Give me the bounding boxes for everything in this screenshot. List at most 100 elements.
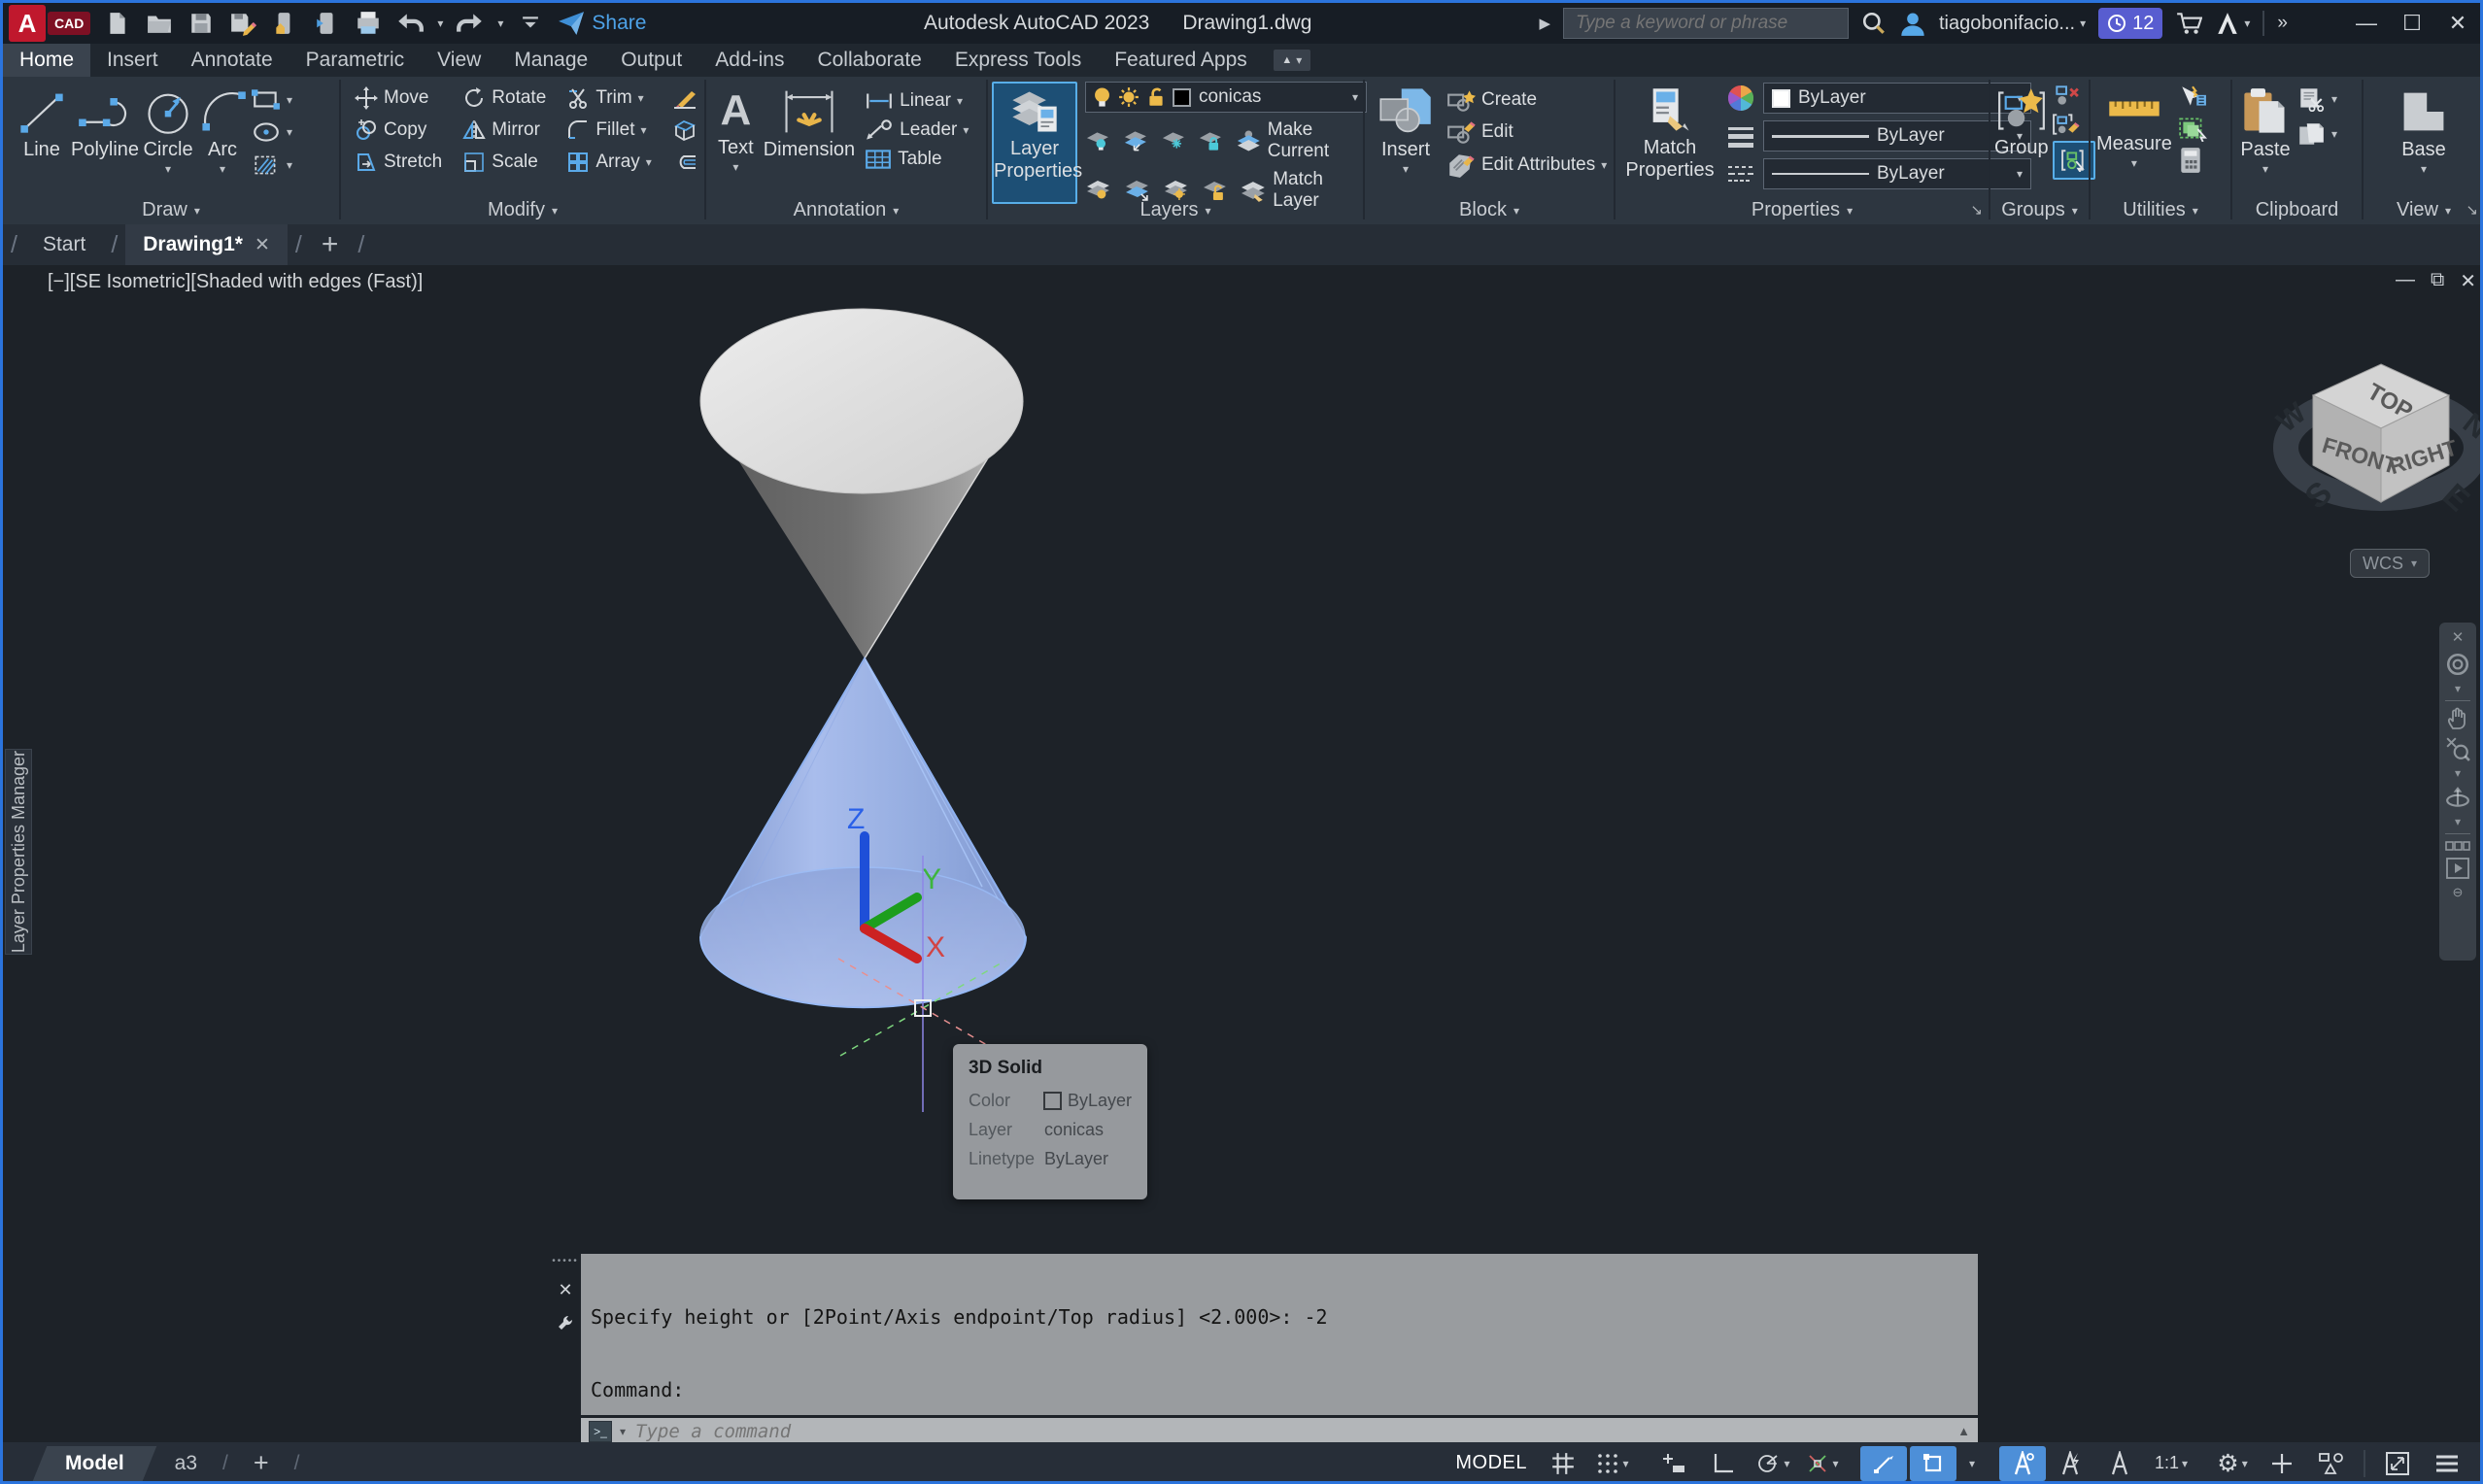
line-button[interactable]: Line	[17, 83, 67, 178]
command-history[interactable]: Specify height or [2Point/Axis endpoint/…	[581, 1254, 1978, 1415]
tab-add-ins[interactable]: Add-ins	[698, 44, 800, 77]
arc-dropdown-icon[interactable]: ▾	[220, 163, 225, 175]
user-avatar-icon[interactable]	[1899, 10, 1926, 37]
explode-button[interactable]	[672, 118, 704, 142]
measure-button[interactable]: Measure ▾	[2096, 83, 2172, 174]
viewcube[interactable]: W N S E TOP FRONT RIGHT	[2271, 364, 2483, 519]
isolate-objects-button[interactable]	[2308, 1446, 2355, 1481]
navbar-orbit-dropdown-icon[interactable]: ▾	[2455, 816, 2461, 827]
redo-icon[interactable]	[456, 7, 485, 40]
tab-home[interactable]: Home	[3, 44, 90, 77]
panel-label-properties[interactable]: Properties▾	[1616, 199, 1989, 221]
circle-dropdown-icon[interactable]: ▾	[165, 163, 171, 175]
viewport-minimize-icon[interactable]: —	[2396, 269, 2415, 293]
tab-annotate[interactable]: Annotate	[175, 44, 289, 77]
undo-icon[interactable]	[395, 7, 425, 40]
command-close-icon[interactable]: ✕	[558, 1280, 572, 1300]
customize-qat-icon[interactable]	[516, 7, 545, 40]
command-prompt-icon[interactable]: >_	[589, 1421, 612, 1442]
panel-label-modify[interactable]: Modify▾	[341, 199, 704, 221]
crosshair-size-button[interactable]	[2259, 1446, 2305, 1481]
mirror-button[interactable]: Mirror	[462, 118, 553, 142]
cart-icon[interactable]	[2175, 11, 2202, 36]
layer-properties-button[interactable]: Layer Properties	[992, 82, 1077, 204]
clean-screen-button[interactable]	[2374, 1446, 2421, 1481]
scale-button[interactable]: Scale	[462, 151, 553, 174]
properties-launcher-icon[interactable]: ↘	[1970, 201, 1983, 219]
save-as-icon[interactable]	[228, 7, 257, 40]
insert-block-button[interactable]: Insert ▾	[1377, 83, 1435, 178]
copy-button[interactable]: Copy	[355, 118, 449, 142]
fillet-button[interactable]: Fillet▾	[566, 118, 659, 142]
zoom-extents-icon[interactable]	[2445, 736, 2470, 761]
tab-output[interactable]: Output	[604, 44, 698, 77]
group-edit-icon[interactable]	[2053, 113, 2080, 136]
tab-featured-apps[interactable]: Featured Apps	[1098, 44, 1264, 77]
panel-label-groups[interactable]: Groups▾	[1990, 199, 2089, 221]
annotation-visibility-toggle[interactable]	[1999, 1446, 2046, 1481]
save-to-web-icon[interactable]	[312, 7, 341, 40]
create-block-button[interactable]: Create	[1446, 88, 1607, 112]
insert-dropdown-icon[interactable]: ▾	[1403, 163, 1409, 175]
wcs-menu[interactable]: WCS ▾	[2350, 549, 2430, 578]
command-expand-icon[interactable]: ▲	[1957, 1424, 1970, 1438]
tab-manage[interactable]: Manage	[497, 44, 604, 77]
customization-gear-button[interactable]: ⚙▾	[2209, 1446, 2256, 1481]
model-space-toggle[interactable]: MODEL	[1446, 1446, 1537, 1481]
model-tab[interactable]: Model	[33, 1446, 156, 1481]
maximize-button[interactable]: ☐	[2396, 11, 2429, 36]
polar-tracking-toggle[interactable]: ▾	[1750, 1446, 1796, 1481]
viewport-maximize-icon[interactable]: ⧉	[2431, 269, 2444, 293]
make-current-button[interactable]: Make Current	[1236, 119, 1367, 162]
panel-label-draw[interactable]: Draw▾	[3, 199, 339, 221]
cut-button[interactable]: ▾	[2296, 86, 2337, 112]
tab-view[interactable]: View	[421, 44, 497, 77]
base-button[interactable]: Base ▾	[2396, 83, 2452, 175]
polyline-button[interactable]: Polyline	[71, 83, 139, 178]
top-cone[interactable]	[700, 309, 1023, 658]
table-button[interactable]: Table	[865, 149, 969, 170]
leader-button[interactable]: Leader▾	[865, 119, 969, 141]
layer-freeze-icon[interactable]	[1161, 129, 1187, 152]
user-menu[interactable]: tiagobonifacio... ▾	[1939, 13, 2086, 35]
new-tab-button[interactable]: +	[310, 224, 351, 265]
layer-isolate-icon[interactable]	[1123, 129, 1149, 152]
paste-dropdown-icon[interactable]: ▾	[2262, 163, 2268, 175]
search-box[interactable]	[1563, 8, 1849, 39]
panel-label-block[interactable]: Block▾	[1365, 199, 1614, 221]
grid-display-toggle[interactable]	[1540, 1446, 1586, 1481]
file-tab-start[interactable]: Start	[25, 224, 103, 265]
text-button[interactable]: A Text ▾	[718, 83, 754, 173]
layer-properties-manager-tab[interactable]: Layer Properties Manager	[5, 749, 32, 955]
rectangle-tool-button[interactable]: ▾	[252, 88, 292, 112]
annotation-autoscale-toggle[interactable]	[2049, 1446, 2095, 1481]
command-wrench-icon[interactable]	[557, 1314, 574, 1332]
autodesk-app-menu[interactable]: ▾	[2215, 11, 2250, 36]
tab-insert[interactable]: Insert	[90, 44, 175, 77]
search-icon[interactable]	[1861, 11, 1887, 36]
navbar-zoom-dropdown-icon[interactable]: ▾	[2455, 767, 2461, 779]
dimension-button[interactable]: Dimension	[764, 83, 855, 173]
showmotion-play-icon[interactable]	[2446, 858, 2469, 879]
viewport-close-icon[interactable]: ✕	[2460, 269, 2476, 293]
group-button[interactable]: Group	[1994, 83, 2049, 180]
object-snap-toggle[interactable]	[1910, 1446, 1956, 1481]
ribbon-collapse-button[interactable]: ▲▾	[1274, 50, 1310, 71]
navigation-wheel-icon[interactable]	[2445, 652, 2470, 677]
panel-label-utilities[interactable]: Utilities▾	[2091, 199, 2230, 221]
object-snap-dropdown-icon[interactable]: ▾	[1959, 1446, 1985, 1481]
panel-label-clipboard[interactable]: Clipboard	[2232, 199, 2362, 221]
open-folder-icon[interactable]	[145, 7, 174, 40]
open-from-web-icon[interactable]	[270, 7, 299, 40]
panel-label-layers[interactable]: Layers▾	[988, 199, 1363, 221]
search-expand-icon[interactable]: ▶	[1539, 15, 1550, 32]
pan-hand-icon[interactable]	[2446, 707, 2469, 730]
navigation-bar[interactable]: ✕ ▾ ▾ ▾ ⊖	[2439, 623, 2476, 961]
navbar-collapse-icon[interactable]: ⊖	[2453, 885, 2464, 900]
navbar-wheel-dropdown-icon[interactable]: ▾	[2455, 683, 2461, 694]
autocad-app-button[interactable]: A CAD	[9, 5, 90, 42]
snap-mode-toggle[interactable]: ▾	[1589, 1446, 1636, 1481]
close-button[interactable]: ✕	[2441, 11, 2474, 36]
search-input[interactable]	[1574, 12, 1838, 35]
tab-collaborate[interactable]: Collaborate	[800, 44, 937, 77]
